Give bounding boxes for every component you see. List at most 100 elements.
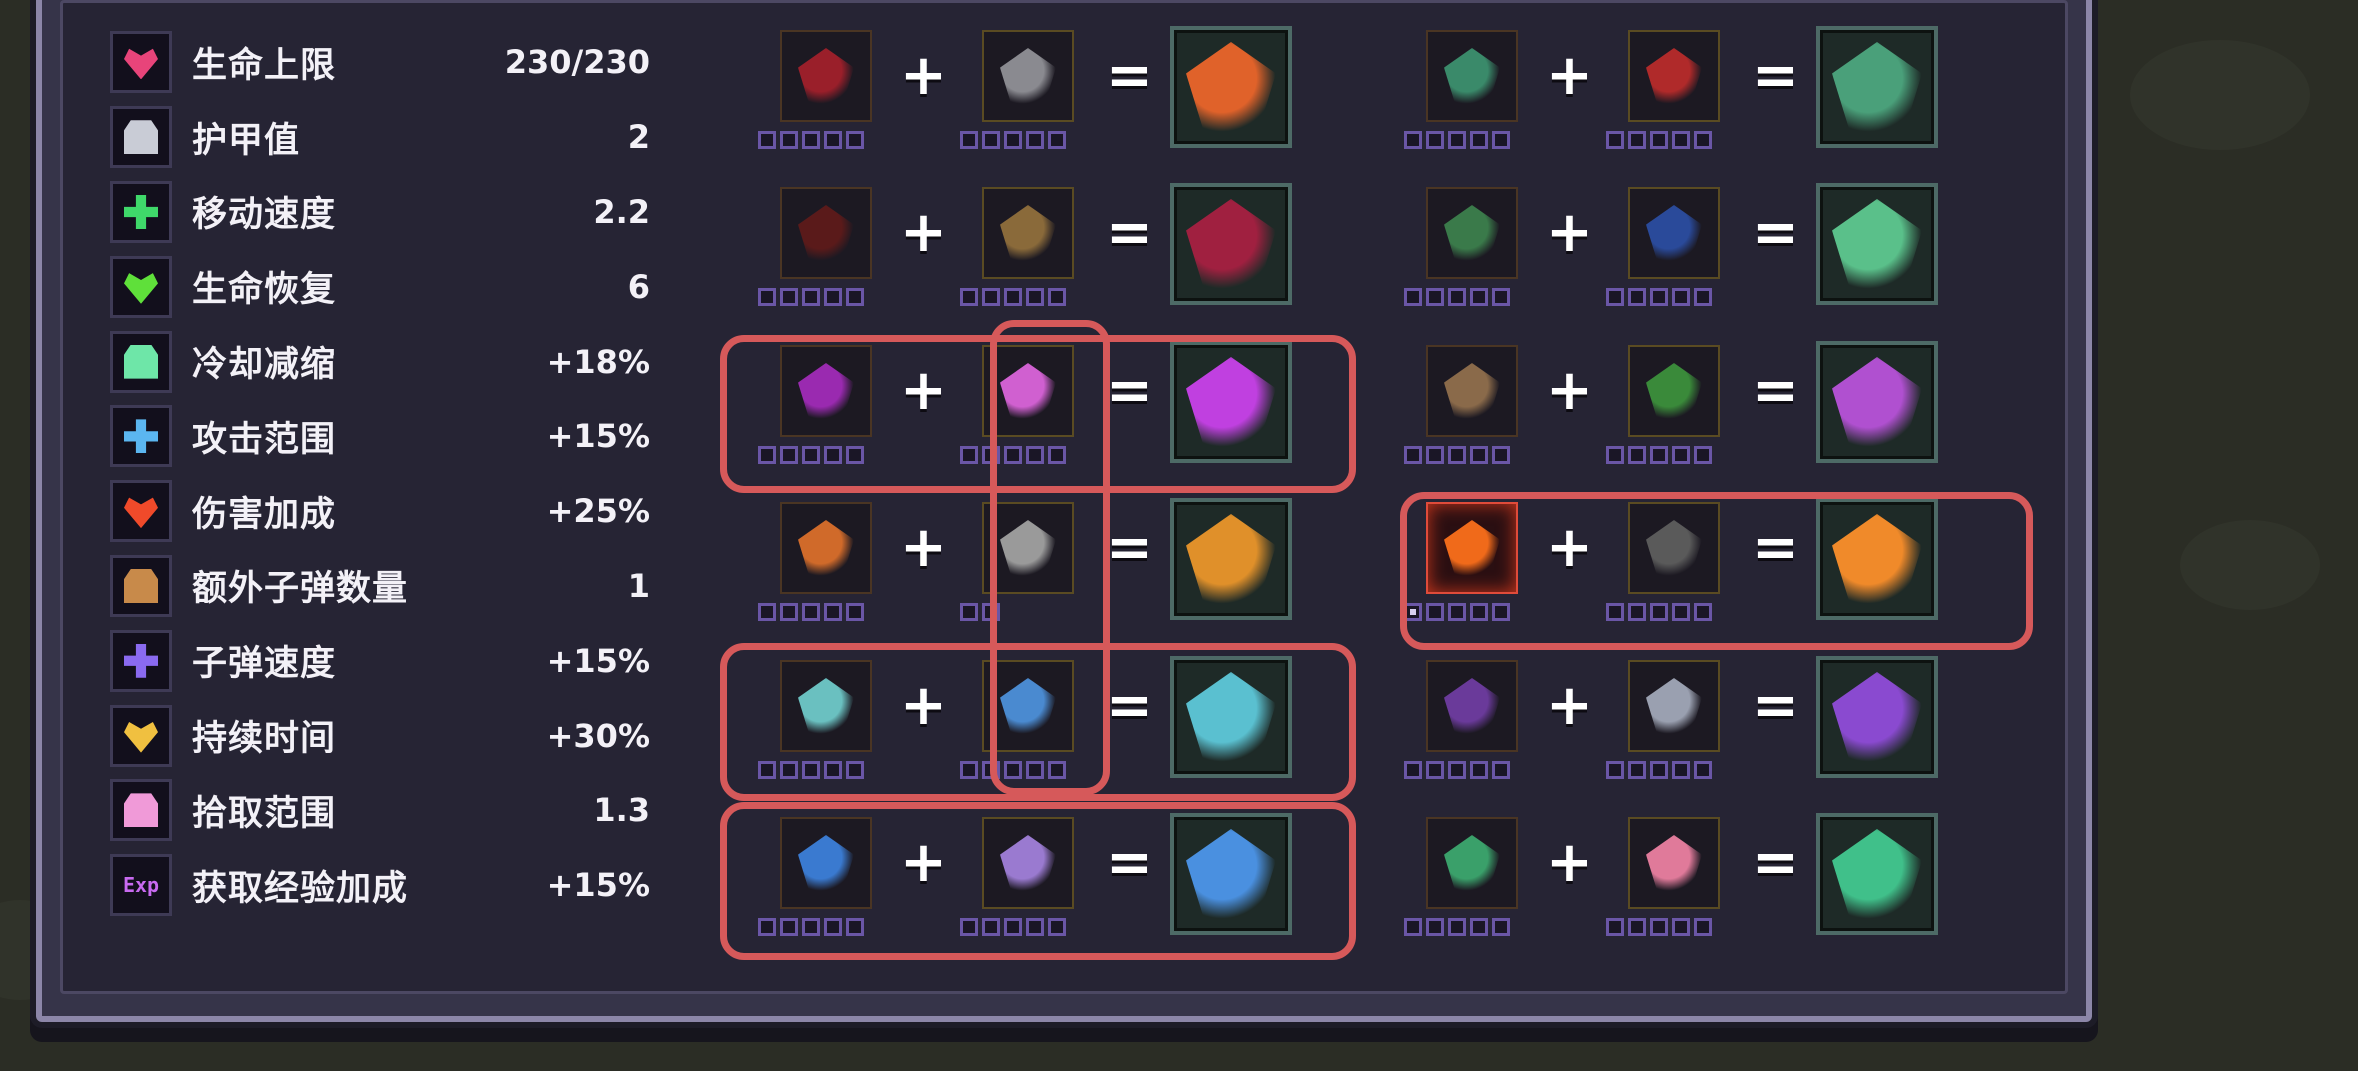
- evolution-recipe[interactable]: + =: [758, 498, 1320, 637]
- evolution-recipe[interactable]: + =: [758, 183, 1320, 322]
- stat-glyph: [124, 793, 158, 828]
- violet-trident-icon: [1186, 357, 1276, 447]
- equals-sign: =: [1106, 515, 1153, 580]
- evolved-weapon-slot[interactable]: [1170, 656, 1292, 778]
- evolution-recipe[interactable]: + =: [1404, 183, 1966, 322]
- level-pip: [1628, 918, 1646, 936]
- weapon-level-pips: [758, 288, 864, 306]
- weapon-slot[interactable]: [780, 187, 872, 279]
- level-pip: [1628, 761, 1646, 779]
- evolved-weapon-slot[interactable]: [1816, 341, 1938, 463]
- weapon-slot[interactable]: [780, 345, 872, 437]
- level-pip: [1694, 918, 1712, 936]
- vine-branch-icon: [1444, 205, 1500, 261]
- level-pip: [1606, 446, 1624, 464]
- weapon-slot[interactable]: [1426, 30, 1518, 122]
- level-pip: [1426, 131, 1444, 149]
- level-pip: [1404, 446, 1422, 464]
- emerald-serpent-icon: [1832, 829, 1922, 919]
- weapon-slot[interactable]: [780, 660, 872, 752]
- evolved-weapon-slot[interactable]: [1816, 656, 1938, 778]
- weapon-slot[interactable]: [1426, 187, 1518, 279]
- level-pip: [960, 918, 978, 936]
- level-pip: [802, 446, 820, 464]
- passive-item-slot[interactable]: [1628, 502, 1720, 594]
- passive-level-pips: [960, 446, 1066, 464]
- passive-level-pips: [960, 918, 1066, 936]
- equals-sign: =: [1752, 43, 1799, 108]
- level-pip: [824, 446, 842, 464]
- butterfly-charm-icon: [1000, 363, 1056, 419]
- level-pip: [1426, 446, 1444, 464]
- level-pip: [1470, 761, 1488, 779]
- level-pip: [824, 288, 842, 306]
- level-pip: [960, 603, 978, 621]
- level-pip: [846, 918, 864, 936]
- evolved-weapon-slot[interactable]: [1816, 498, 1938, 620]
- passive-level-pips: [960, 603, 1000, 621]
- evolution-recipe[interactable]: + =: [758, 341, 1320, 480]
- evolved-weapon-slot[interactable]: [1170, 26, 1292, 148]
- level-pip: [1606, 761, 1624, 779]
- evolution-recipe[interactable]: + =: [1404, 341, 1966, 480]
- level-pip: [780, 761, 798, 779]
- equals-sign: =: [1752, 200, 1799, 265]
- passive-item-slot[interactable]: [1628, 30, 1720, 122]
- evolution-recipe[interactable]: + =: [758, 656, 1320, 795]
- evolved-weapon-slot[interactable]: [1816, 26, 1938, 148]
- passive-item-slot[interactable]: [1628, 187, 1720, 279]
- evolution-recipe[interactable]: + =: [1404, 26, 1966, 165]
- evolution-recipe[interactable]: + =: [758, 26, 1320, 165]
- passive-item-slot[interactable]: [1628, 660, 1720, 752]
- flame-sigil-icon: [1186, 42, 1276, 132]
- weapon-slot[interactable]: [780, 30, 872, 122]
- weapon-slot[interactable]: [1426, 817, 1518, 909]
- evolution-recipe[interactable]: + =: [1404, 813, 1966, 952]
- plus-sign: +: [900, 358, 947, 423]
- level-pip: [1448, 761, 1466, 779]
- passive-item-slot[interactable]: [1628, 345, 1720, 437]
- passive-level-pips: [1606, 918, 1712, 936]
- magnet-spark-icon: [110, 779, 172, 842]
- evolution-recipe[interactable]: + =: [758, 813, 1320, 952]
- evolved-weapon-slot[interactable]: [1170, 183, 1292, 305]
- passive-item-slot[interactable]: [982, 502, 1074, 594]
- passive-item-slot[interactable]: [982, 660, 1074, 752]
- evolution-recipe[interactable]: + =: [1404, 498, 1966, 637]
- level-pip: [1672, 446, 1690, 464]
- evolved-weapon-slot[interactable]: [1170, 813, 1292, 935]
- level-pip: [960, 446, 978, 464]
- weapon-slot[interactable]: [780, 502, 872, 594]
- weapon-level-pips: [1404, 131, 1510, 149]
- weapon-slot[interactable]: [1426, 345, 1518, 437]
- weapon-slot[interactable]: [780, 817, 872, 909]
- evolved-weapon-slot[interactable]: [1170, 498, 1292, 620]
- torch-icon: [110, 704, 172, 767]
- heart-icon: [110, 31, 172, 94]
- level-pip: [824, 761, 842, 779]
- evolved-weapon-slot[interactable]: [1170, 341, 1292, 463]
- passive-item-slot[interactable]: [982, 345, 1074, 437]
- level-pip: [1426, 761, 1444, 779]
- weapon-slot[interactable]: [1426, 660, 1518, 752]
- weapon-level-pips: [1404, 603, 1510, 621]
- evolution-recipe[interactable]: + =: [1404, 656, 1966, 795]
- stat-label: 冷却减缩: [192, 345, 337, 386]
- level-pip: [758, 131, 776, 149]
- stat-value: 1.3: [593, 791, 650, 830]
- totem-idol-icon: [1832, 357, 1922, 447]
- passive-item-slot[interactable]: [1628, 817, 1720, 909]
- level-pip: [1004, 288, 1022, 306]
- inferno-staff-icon: [1832, 514, 1922, 604]
- evolved-weapon-slot[interactable]: [1816, 813, 1938, 935]
- level-pip: [1650, 131, 1668, 149]
- level-pip: [824, 131, 842, 149]
- evolved-weapon-slot[interactable]: [1816, 183, 1938, 305]
- passive-item-slot[interactable]: [982, 30, 1074, 122]
- level-pip: [982, 446, 1000, 464]
- passive-item-slot[interactable]: [982, 187, 1074, 279]
- equals-sign: =: [1752, 673, 1799, 738]
- level-pip: [960, 288, 978, 306]
- passive-item-slot[interactable]: [982, 817, 1074, 909]
- weapon-slot[interactable]: [1426, 502, 1518, 594]
